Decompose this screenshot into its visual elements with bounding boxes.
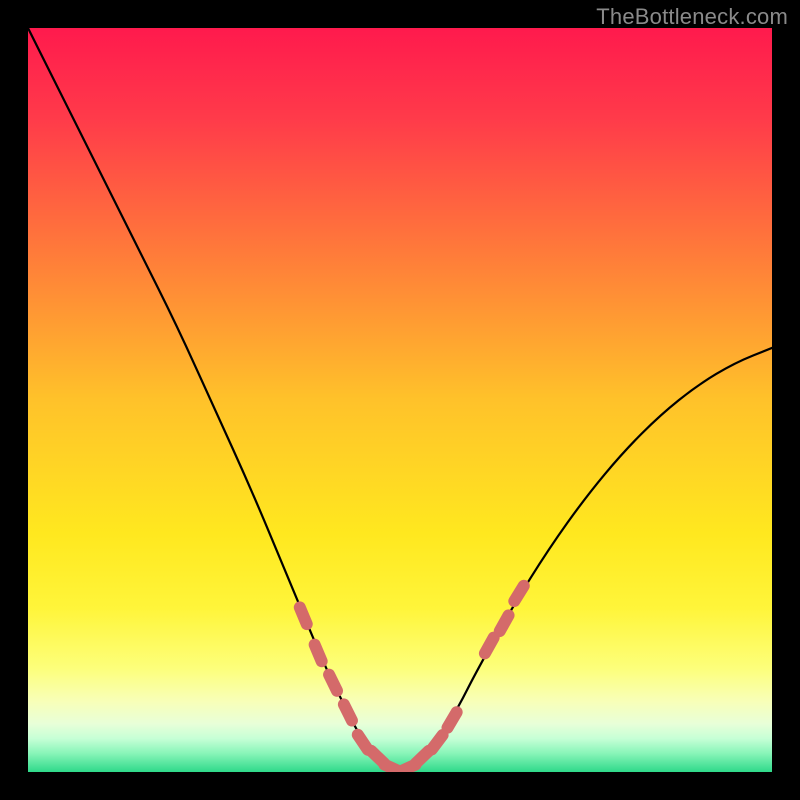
gradient-background	[28, 28, 772, 772]
highlight-marker	[344, 704, 352, 720]
highlight-marker	[300, 607, 307, 624]
chart-frame: TheBottleneck.com	[0, 0, 800, 800]
highlight-marker	[514, 586, 523, 601]
chart-svg	[28, 28, 772, 772]
highlight-marker	[485, 638, 494, 654]
highlight-marker	[448, 712, 457, 728]
plot-area	[28, 28, 772, 772]
highlight-marker	[315, 645, 322, 662]
highlight-marker	[329, 675, 337, 691]
highlight-marker	[500, 615, 509, 631]
watermark-label: TheBottleneck.com	[596, 4, 788, 30]
